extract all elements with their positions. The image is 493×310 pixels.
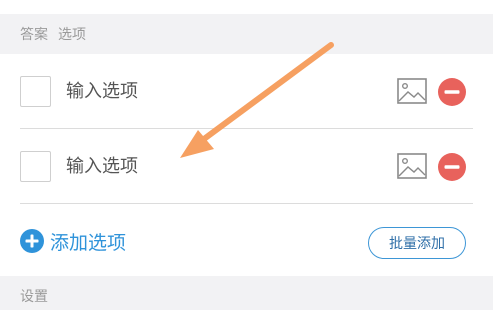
options-header-label: 选项 [58, 27, 86, 43]
settings-section-header: 设置 [0, 276, 493, 310]
correct-answer-checkbox[interactable] [20, 76, 51, 107]
top-card-remnant [0, 0, 493, 14]
image-icon[interactable] [397, 152, 427, 180]
image-icon[interactable] [397, 77, 427, 105]
option-row [0, 54, 493, 129]
answers-section-header: 答案 选项 [0, 14, 493, 54]
batch-add-button[interactable]: 批量添加 [368, 227, 466, 259]
option-row [0, 129, 493, 204]
add-option-label: 添加选项 [50, 231, 127, 254]
correct-answer-checkbox[interactable] [20, 151, 51, 182]
answer-header-label: 答案 [20, 27, 48, 43]
remove-icon[interactable] [437, 152, 467, 182]
option-input[interactable] [66, 76, 366, 107]
add-option-row: 添加选项 批量添加 [0, 204, 493, 276]
settings-header-label: 设置 [20, 289, 48, 305]
add-option-button[interactable]: 添加选项 [20, 229, 127, 254]
options-card: 添加选项 批量添加 [0, 54, 493, 276]
remove-icon[interactable] [437, 77, 467, 107]
plus-circle-icon [20, 229, 44, 253]
option-input[interactable] [66, 151, 366, 182]
